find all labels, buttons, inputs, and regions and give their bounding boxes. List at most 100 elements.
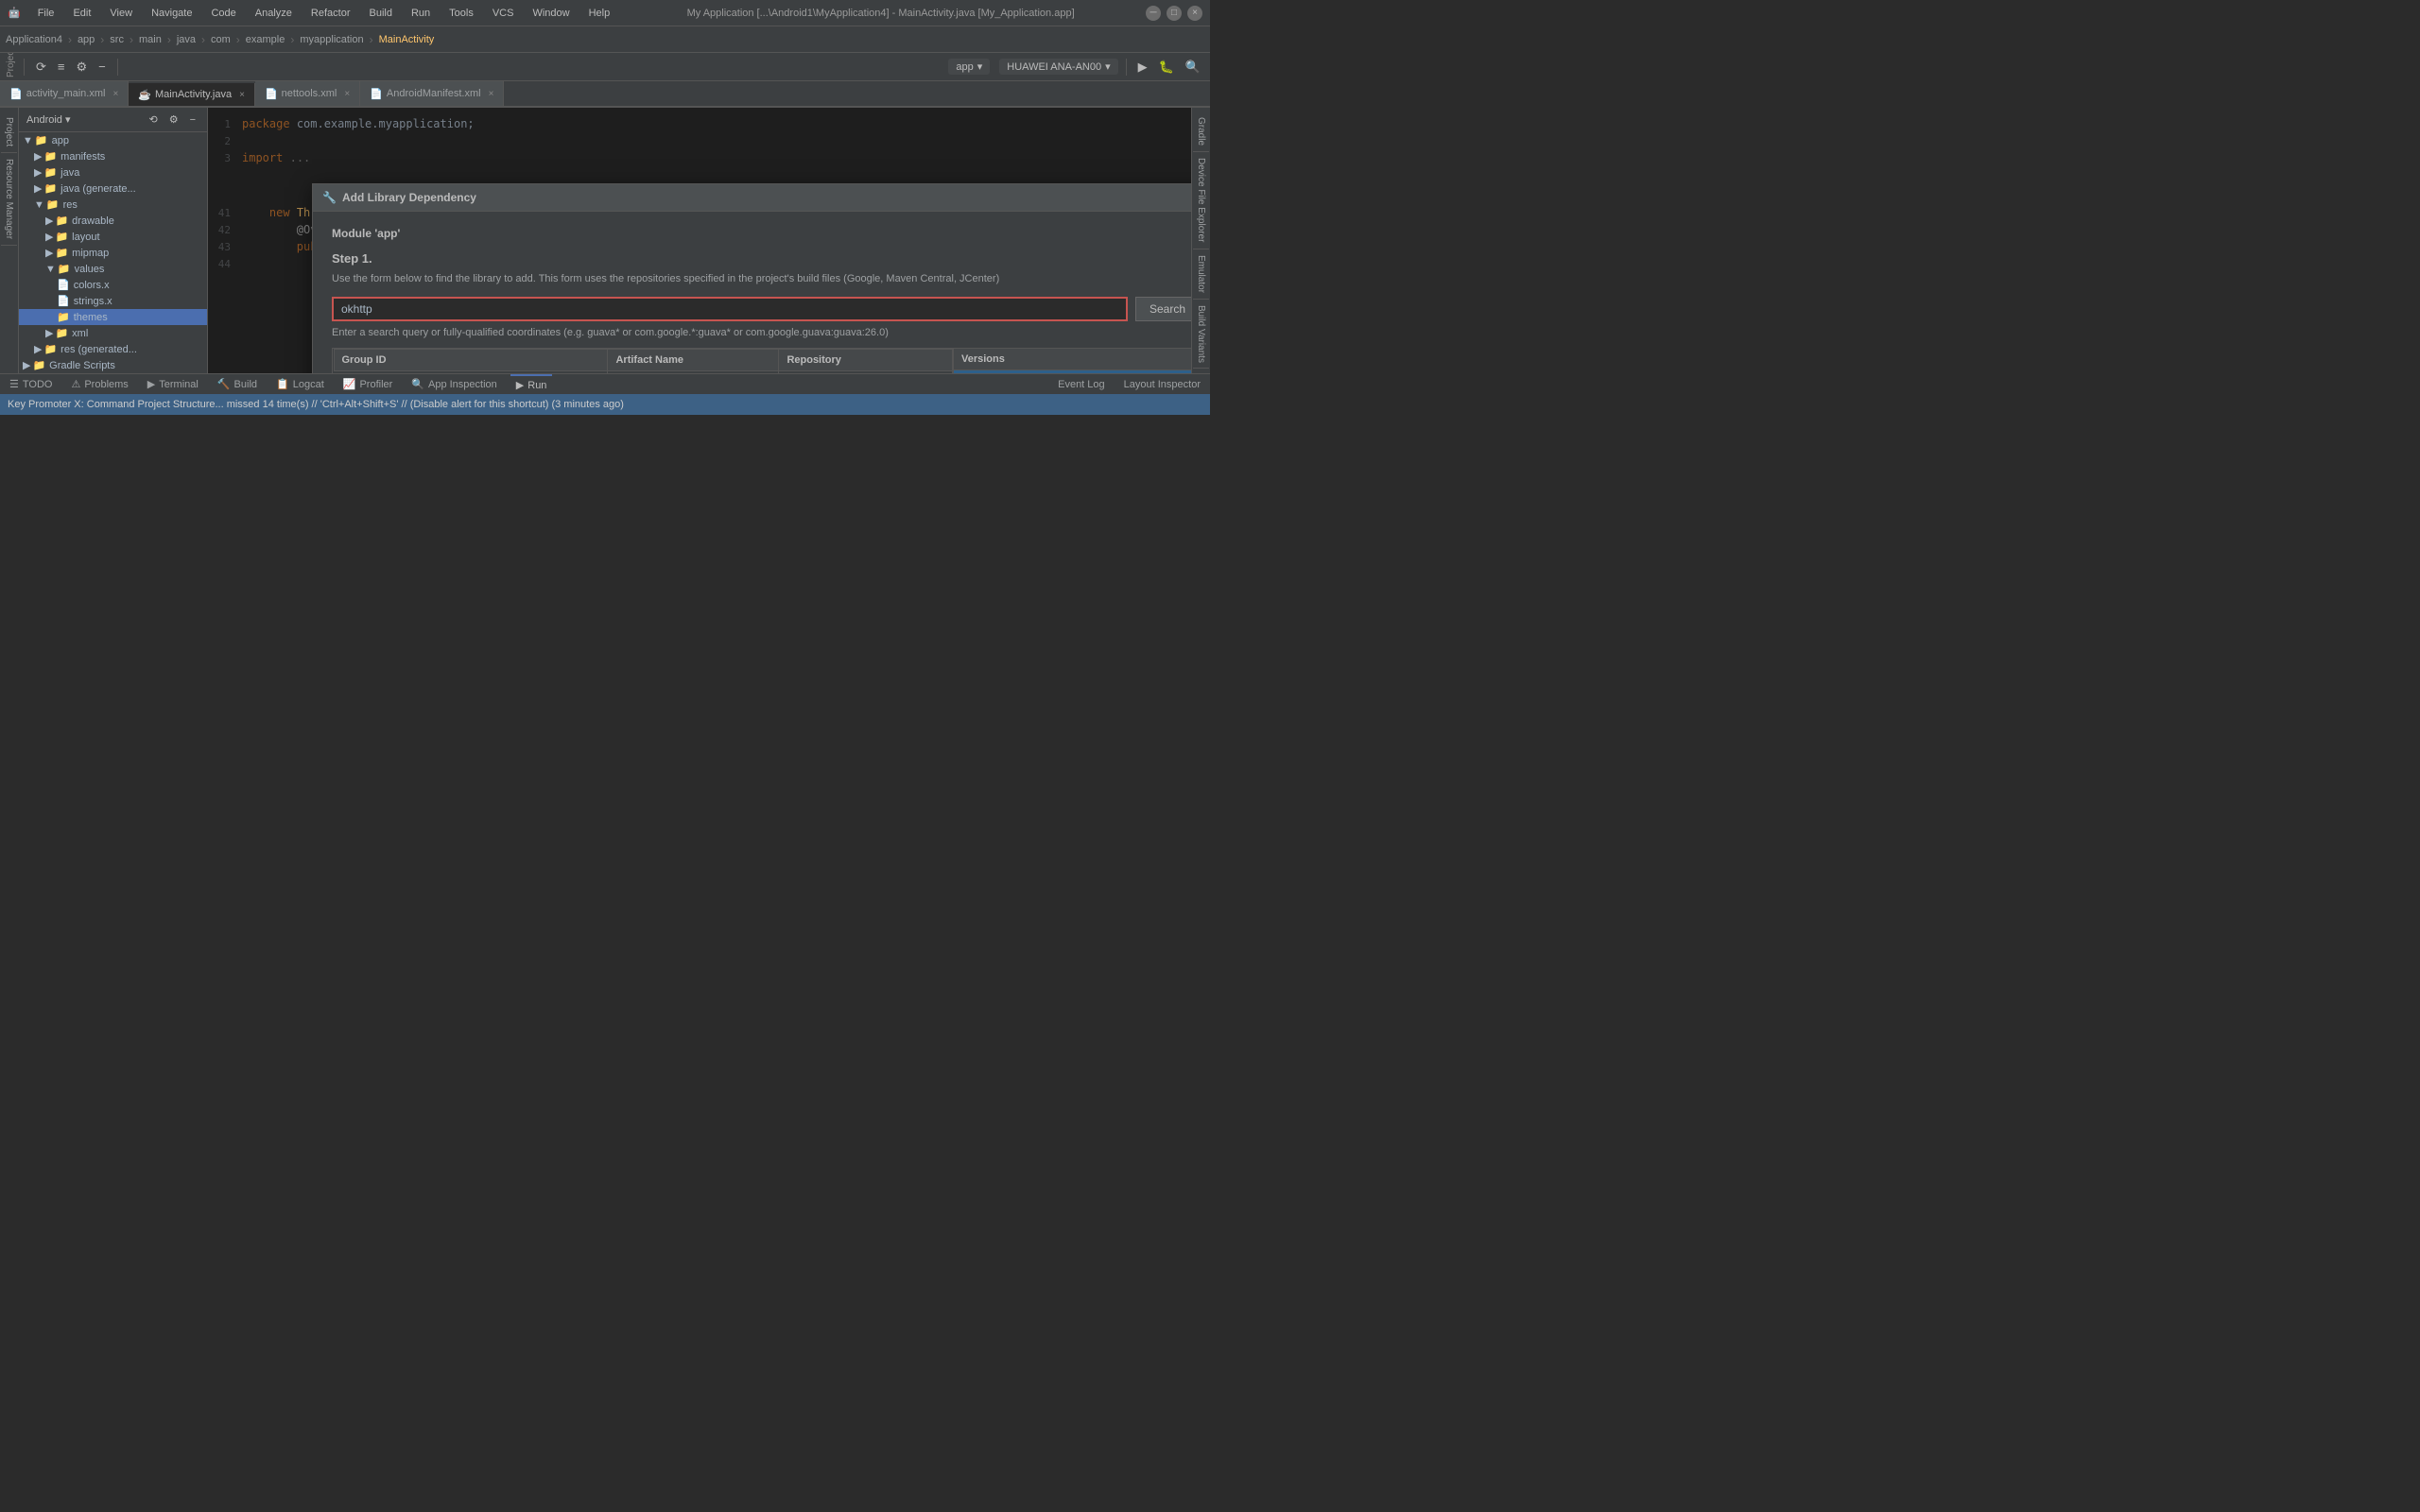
debug-button[interactable]: 🐛 [1155, 58, 1178, 77]
library-table-container[interactable]: Group ID Artifact Name Repository com.li… [332, 348, 954, 374]
menu-bar[interactable]: File Edit View Navigate Code Analyze Ref… [32, 6, 616, 21]
tree-item-layout[interactable]: ▶ 📁 layout [19, 229, 207, 245]
tree-item-values[interactable]: ▼ 📁 values [19, 261, 207, 277]
menu-file[interactable]: File [32, 6, 60, 21]
tree-item-manifests[interactable]: ▶ 📁 manifests [19, 148, 207, 164]
resource-manager-tab[interactable]: Resource Manager [1, 153, 17, 246]
close-tab-mainactivity[interactable]: × [239, 90, 245, 100]
folder-icon-gradle: 📁 [32, 359, 45, 371]
menu-code[interactable]: Code [205, 6, 241, 21]
editor-area[interactable]: 1 package com.example.myapplication; 2 3… [208, 108, 1191, 373]
window-controls[interactable]: ─ □ × [1146, 6, 1202, 21]
build-variants-tab[interactable]: Build Variants [1193, 300, 1209, 369]
menu-window[interactable]: Window [527, 6, 575, 21]
sidebar-actions[interactable]: ⟲ ⚙ − [145, 112, 199, 128]
menu-view[interactable]: View [104, 6, 138, 21]
menu-navigate[interactable]: Navigate [146, 6, 198, 21]
expand-icon-res-gen: ▶ [34, 343, 42, 355]
search-input[interactable] [332, 297, 1128, 321]
menu-edit[interactable]: Edit [67, 6, 96, 21]
project-sidebar[interactable]: Android ▾ ⟲ ⚙ − ▼ 📁 app ▶ 📁 manifests [19, 108, 208, 373]
tree-item-java[interactable]: ▶ 📁 java [19, 164, 207, 180]
search-everywhere-button[interactable]: 🔍 [1182, 58, 1204, 77]
tab-nettools[interactable]: 📄 nettools.xml × [255, 81, 360, 106]
tree-item-xml[interactable]: ▶ 📁 xml [19, 325, 207, 341]
menu-analyze[interactable]: Analyze [250, 6, 298, 21]
window-title: My Application [...\Android1\MyApplicati… [687, 8, 1075, 19]
android-dropdown[interactable]: Android ▾ [26, 113, 71, 126]
tree-item-drawable[interactable]: ▶ 📁 drawable [19, 213, 207, 229]
versions-panel[interactable]: Versions 5.0.0-alpha.2 [954, 348, 1191, 374]
status-message: Key Promoter X: Command Project Structur… [8, 399, 624, 410]
breadcrumb-sep8: › [370, 33, 373, 46]
tree-label-manifests: manifests [60, 151, 105, 163]
tree-item-res[interactable]: ▼ 📁 res [19, 197, 207, 213]
align-button[interactable]: ≡ [54, 58, 69, 76]
tree-item-colors[interactable]: 📄 colors.x [19, 277, 207, 293]
close-tab-androidmanifest[interactable]: × [489, 89, 494, 99]
minimize-sidebar-btn[interactable]: − [186, 112, 199, 128]
emulator-tab[interactable]: Emulator [1193, 249, 1209, 300]
tab-androidmanifest[interactable]: 📄 AndroidManifest.xml × [360, 81, 504, 106]
tree-label-layout: layout [72, 232, 99, 243]
library-table-area: Group ID Artifact Name Repository com.li… [332, 348, 1191, 374]
settings-sidebar-btn[interactable]: ⚙ [165, 112, 182, 128]
menu-refactor[interactable]: Refactor [305, 6, 356, 21]
table-row[interactable]: com.liulishuo.okdownload okhttp Maven Ce… [334, 370, 952, 373]
menu-tools[interactable]: Tools [443, 6, 479, 21]
tree-item-mipmap[interactable]: ▶ 📁 mipmap [19, 245, 207, 261]
left-tool-panel[interactable]: Project Resource Manager [0, 108, 19, 373]
maximize-button[interactable]: □ [1167, 6, 1182, 21]
tab-todo[interactable]: ☰ TODO [4, 374, 58, 394]
project-panel-tab[interactable]: Project [1, 112, 17, 153]
tree-item-gradle[interactable]: ▶ 📁 Gradle Scripts [19, 357, 207, 373]
file-icon-strings: 📄 [57, 295, 70, 307]
device-file-tab[interactable]: Device File Explorer [1193, 152, 1209, 249]
tree-item-app[interactable]: ▼ 📁 app [19, 132, 207, 148]
run-button[interactable]: ▶ [1134, 58, 1151, 77]
tab-layout-inspector[interactable]: Layout Inspector [1118, 374, 1206, 394]
sync-button[interactable]: ⟳ [32, 58, 50, 77]
minimize-button[interactable]: ─ [1146, 6, 1161, 21]
menu-run[interactable]: Run [406, 6, 436, 21]
editor-tabs[interactable]: 📄 activity_main.xml × ☕ MainActivity.jav… [0, 81, 1210, 108]
menu-vcs[interactable]: VCS [487, 6, 520, 21]
tab-activity-main[interactable]: 📄 activity_main.xml × [0, 81, 129, 106]
tab-mainactivity[interactable]: ☕ MainActivity.java × [129, 83, 255, 108]
minimize-panel-button[interactable]: − [95, 58, 110, 76]
tab-run[interactable]: ▶ Run [510, 374, 553, 394]
tab-app-inspection[interactable]: 🔍 App Inspection [406, 374, 502, 394]
version-item-selected[interactable]: 5.0.0-alpha.2 [954, 370, 1191, 374]
menu-build[interactable]: Build [364, 6, 398, 21]
app-icon: 🤖 [8, 7, 21, 19]
settings-button[interactable]: ⚙ [73, 58, 92, 77]
tab-terminal[interactable]: ▶ Terminal [142, 374, 204, 394]
gradle-panel-tab[interactable]: Gradle [1193, 112, 1209, 152]
library-table: Group ID Artifact Name Repository com.li… [333, 349, 953, 374]
search-row[interactable]: Search [332, 297, 1191, 321]
tab-problems[interactable]: ⚠ Problems [65, 374, 133, 394]
tree-item-strings[interactable]: 📄 strings.x [19, 293, 207, 309]
tab-build[interactable]: 🔨 Build [212, 374, 263, 394]
dialog-title: 🔧 Add Library Dependency [322, 191, 476, 204]
tab-profiler[interactable]: 📈 Profiler [337, 374, 399, 394]
tab-logcat[interactable]: 📋 Logcat [270, 374, 330, 394]
right-tool-panel[interactable]: Gradle Device File Explorer Emulator Bui… [1191, 108, 1210, 373]
breadcrumb-app2: app [78, 34, 95, 45]
sidebar-title-row: Android ▾ [26, 113, 71, 126]
close-tab-activity-main[interactable]: × [112, 89, 118, 99]
tree-item-themes[interactable]: 📁 themes [19, 309, 207, 325]
tree-label-gradle: Gradle Scripts [49, 360, 115, 371]
search-button[interactable]: Search [1135, 297, 1191, 321]
folder-icon-res: 📁 [46, 198, 60, 211]
close-tab-nettools[interactable]: × [344, 89, 350, 99]
tab-event-log[interactable]: Event Log [1052, 374, 1111, 394]
breadcrumb-example: example [246, 34, 285, 45]
close-button[interactable]: × [1187, 6, 1202, 21]
sync-sidebar-btn[interactable]: ⟲ [145, 112, 161, 128]
bottom-tabs-bar[interactable]: ☰ TODO ⚠ Problems ▶ Terminal 🔨 Build 📋 L… [0, 373, 1210, 394]
menu-help[interactable]: Help [583, 6, 616, 21]
tree-item-java-gen[interactable]: ▶ 📁 java (generate... [19, 180, 207, 197]
tree-item-res-gen[interactable]: ▶ 📁 res (generated... [19, 341, 207, 357]
dialog-title-text: Add Library Dependency [342, 191, 476, 204]
